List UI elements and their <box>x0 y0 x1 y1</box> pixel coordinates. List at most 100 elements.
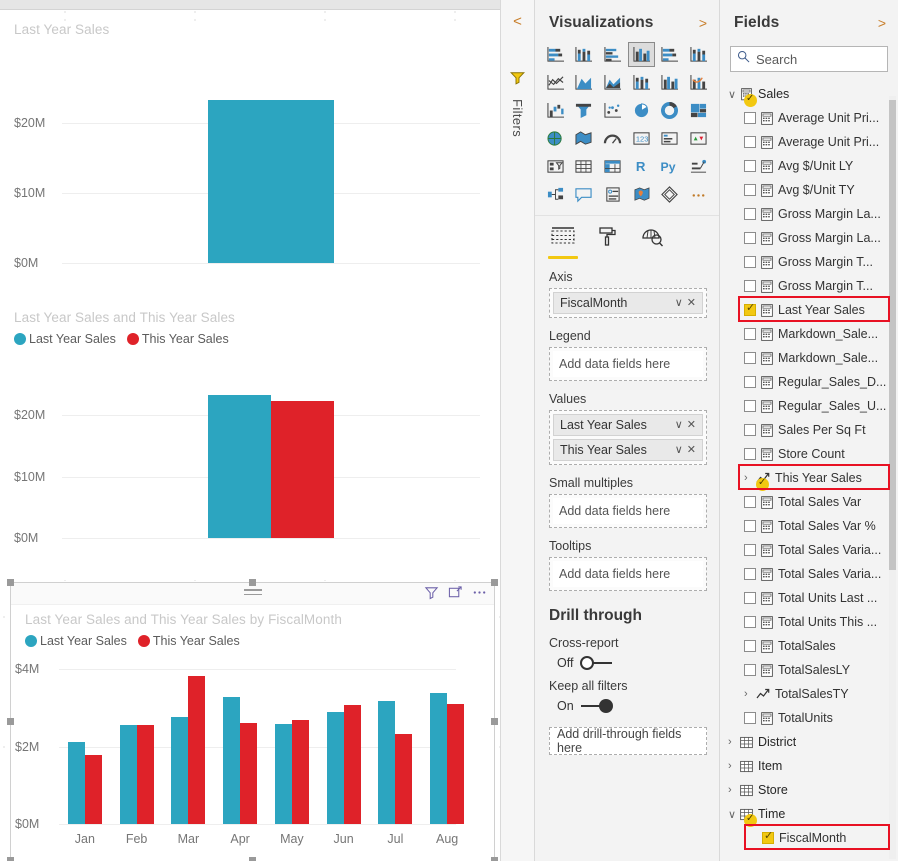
field-row-item[interactable]: ›Item <box>720 754 898 778</box>
field-checkbox[interactable] <box>744 136 756 148</box>
well-dropzone[interactable]: FiscalMonth∨✕ <box>549 288 707 318</box>
clustered-bar-chart-icon[interactable] <box>599 42 626 67</box>
smart-narrative-icon[interactable] <box>599 182 626 207</box>
field-row-avg-unit-ly[interactable]: Avg $/Unit LY <box>720 154 898 178</box>
python-visual-icon[interactable]: Py <box>656 154 683 179</box>
bar[interactable] <box>275 724 292 824</box>
field-row-totalunits[interactable]: TotalUnits <box>720 706 898 730</box>
funnel-chart-icon[interactable] <box>570 98 597 123</box>
more-options-icon[interactable] <box>472 585 487 605</box>
legend-item[interactable]: Last Year Sales <box>25 634 127 648</box>
field-checkbox[interactable] <box>744 664 756 676</box>
selection-handle[interactable] <box>7 718 14 725</box>
fields-tab[interactable] <box>551 226 575 259</box>
visual-sales-by-fiscalmonth[interactable]: Last Year Sales and This Year Sales by F… <box>10 582 495 861</box>
legend-item[interactable]: This Year Sales <box>138 634 240 648</box>
bar[interactable] <box>223 697 240 825</box>
fields-scrollbar-thumb[interactable] <box>889 100 896 570</box>
arcgis-maps-icon[interactable] <box>628 182 655 207</box>
keep-all-filters-toggle-row[interactable]: On <box>535 693 719 713</box>
bar[interactable] <box>208 100 333 263</box>
well-dropzone[interactable]: Add data fields here <box>549 494 707 528</box>
pie-chart-icon[interactable] <box>628 98 655 123</box>
field-row-total-units-last[interactable]: Total Units Last ... <box>720 586 898 610</box>
bar[interactable] <box>188 676 205 824</box>
well-dropzone[interactable]: Last Year Sales∨✕This Year Sales∨✕ <box>549 410 707 465</box>
card-icon[interactable]: 123 <box>628 126 655 151</box>
selection-handle[interactable] <box>7 579 14 586</box>
clustered-column-chart-icon[interactable] <box>628 42 655 67</box>
more-visuals-icon[interactable] <box>685 182 712 207</box>
bar[interactable] <box>430 693 447 824</box>
chevron-right-icon[interactable]: › <box>728 736 740 748</box>
field-row-totalsalesly[interactable]: TotalSalesLY <box>720 658 898 682</box>
field-row-total-sales-var[interactable]: Total Sales Var % <box>720 514 898 538</box>
treemap-icon[interactable] <box>685 98 712 123</box>
field-row-last-year-sales[interactable]: Last Year Sales <box>720 298 898 322</box>
analytics-tab[interactable] <box>641 226 664 259</box>
paginated-report-icon[interactable] <box>656 182 683 207</box>
field-row-total-sales-varia[interactable]: Total Sales Varia... <box>720 562 898 586</box>
chevron-down-icon[interactable]: ∨ <box>673 420 685 431</box>
field-row-store-count[interactable]: Store Count <box>720 442 898 466</box>
field-checkbox[interactable] <box>744 352 756 364</box>
filters-pane-collapsed[interactable]: < Filters <box>500 0 535 861</box>
field-checkbox[interactable] <box>744 280 756 292</box>
field-checkbox[interactable] <box>744 592 756 604</box>
selection-handle[interactable] <box>249 857 256 861</box>
stacked-bar-chart-icon[interactable] <box>542 42 569 67</box>
search-input[interactable]: Search <box>730 46 888 72</box>
field-checkbox[interactable] <box>744 496 756 508</box>
chevron-right-icon[interactable]: › <box>744 688 756 700</box>
line-and-stacked-column-chart-icon[interactable] <box>628 70 655 95</box>
map-icon[interactable] <box>542 126 569 151</box>
well-dropzone[interactable]: Add data fields here <box>549 557 707 591</box>
remove-field-icon[interactable]: ✕ <box>685 298 698 309</box>
visual-last-year-sales[interactable]: Last Year Sales $0M$10M$20M <box>0 22 500 312</box>
remove-field-icon[interactable]: ✕ <box>685 445 698 456</box>
legend-item[interactable]: This Year Sales <box>127 332 229 346</box>
field-row-totalsalesty[interactable]: ›TotalSalesTY <box>720 682 898 706</box>
field-row-total-units-this[interactable]: Total Units This ... <box>720 610 898 634</box>
well-field-chip[interactable]: FiscalMonth∨✕ <box>553 292 703 314</box>
selection-handle[interactable] <box>491 857 498 861</box>
field-row-total-sales-varia[interactable]: Total Sales Varia... <box>720 538 898 562</box>
field-checkbox[interactable] <box>744 640 756 652</box>
field-checkbox[interactable] <box>744 448 756 460</box>
field-checkbox[interactable] <box>744 712 756 724</box>
chevron-right-icon[interactable]: › <box>744 472 756 484</box>
area-chart-icon[interactable] <box>570 70 597 95</box>
selection-handle[interactable] <box>491 579 498 586</box>
cross-report-toggle-row[interactable]: Off <box>535 650 719 670</box>
bar[interactable] <box>447 704 464 824</box>
collapse-chevron-icon[interactable]: < <box>513 14 522 29</box>
selection-handle[interactable] <box>491 718 498 725</box>
focus-mode-icon[interactable] <box>448 585 463 605</box>
field-row-totalsales[interactable]: TotalSales <box>720 634 898 658</box>
field-row-markdown-sale[interactable]: Markdown_Sale... <box>720 322 898 346</box>
field-checkbox[interactable] <box>744 304 756 316</box>
keep-all-filters-toggle[interactable] <box>581 699 613 713</box>
remove-field-icon[interactable]: ✕ <box>685 420 698 431</box>
bar[interactable] <box>327 712 344 824</box>
legend-item[interactable]: Last Year Sales <box>14 332 116 346</box>
bar[interactable] <box>271 401 334 538</box>
bar[interactable] <box>208 395 271 538</box>
field-checkbox[interactable] <box>744 160 756 172</box>
field-row-average-unit-pri[interactable]: Average Unit Pri... <box>720 130 898 154</box>
field-row-sales-per-sq-ft[interactable]: Sales Per Sq Ft <box>720 418 898 442</box>
visualization-type-grid[interactable]: 123RPy <box>535 42 719 207</box>
waterfall-chart-icon[interactable] <box>542 98 569 123</box>
format-tab[interactable] <box>597 226 619 259</box>
report-canvas[interactable]: Last Year Sales $0M$10M$20M Last Year Sa… <box>0 10 500 861</box>
field-row-regular-sales-u[interactable]: Regular_Sales_U... <box>720 394 898 418</box>
selection-handle[interactable] <box>7 857 14 861</box>
bar[interactable] <box>378 701 395 824</box>
bar[interactable] <box>292 720 309 824</box>
matrix-icon[interactable] <box>599 154 626 179</box>
field-checkbox[interactable] <box>744 112 756 124</box>
chevron-right-icon[interactable]: › <box>728 760 740 772</box>
field-row-average-unit-pri[interactable]: Average Unit Pri... <box>720 106 898 130</box>
gauge-icon[interactable] <box>599 126 626 151</box>
bar[interactable] <box>68 742 85 824</box>
